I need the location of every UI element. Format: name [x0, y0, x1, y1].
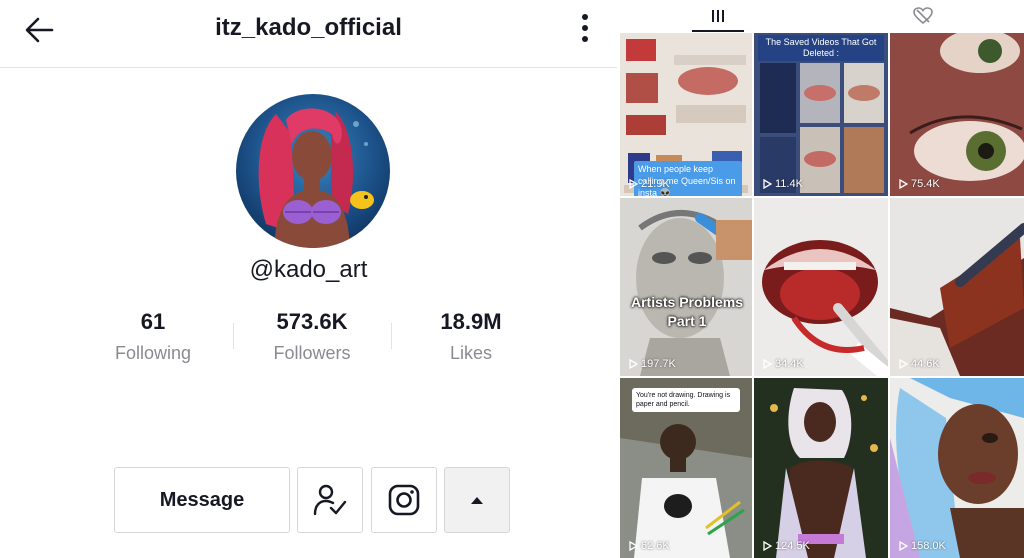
video-caption: The Saved Videos That Got Deleted : — [758, 35, 884, 61]
view-count-text: 124.5K — [775, 540, 810, 552]
view-count: 11.4K — [762, 178, 803, 190]
vertical-dots-icon — [582, 14, 588, 42]
instagram-button[interactable] — [371, 467, 437, 533]
followers-label: Followers — [273, 343, 351, 363]
video-thumbnail[interactable]: 124.5K — [754, 378, 888, 558]
tab-videos[interactable] — [658, 0, 778, 32]
view-count-text: 44.6K — [911, 358, 940, 370]
view-count-text: 34.4K — [775, 358, 804, 370]
video-caption: Artists Problems Part 1 — [630, 294, 744, 329]
caret-up-icon — [471, 497, 483, 504]
video-thumbnail[interactable]: Artists Problems Part 1 197.7K — [620, 198, 752, 376]
view-count-text: 158.0K — [911, 540, 946, 552]
more-options-button[interactable] — [574, 12, 596, 48]
video-caption: You're not drawing. Drawing is paper and… — [632, 388, 740, 412]
stat-followers[interactable]: 573.6K Followers — [232, 309, 392, 364]
video-thumbnail[interactable]: When people keep calling me Queen/Sis on… — [620, 33, 752, 196]
followers-count: 573.6K — [276, 309, 348, 334]
play-icon — [763, 179, 772, 189]
avatar[interactable] — [236, 94, 390, 248]
play-icon — [899, 541, 908, 551]
video-thumbnail[interactable]: 158.0K — [890, 378, 1024, 558]
view-count: 124.5K — [762, 540, 810, 552]
video-grid-panel: When people keep calling me Queen/Sis on… — [617, 0, 1024, 558]
profile-tabs — [617, 0, 1024, 32]
video-thumbnail[interactable]: The Saved Videos That Got Deleted : 11.4… — [754, 33, 888, 196]
view-count: 21.9K — [628, 178, 670, 190]
top-bar: itz_kado_official — [0, 0, 617, 68]
video-thumbnail[interactable]: 34.4K — [754, 198, 888, 376]
expand-suggestions-button[interactable] — [444, 467, 510, 533]
profile-handle: @kado_art — [249, 256, 368, 283]
view-count-text: 62.6K — [641, 540, 670, 552]
profile-panel: itz_kado_official @kado_art 61 Following… — [0, 0, 617, 558]
following-label: Following — [114, 343, 192, 363]
page-title: itz_kado_official — [215, 14, 402, 41]
view-count: 158.0K — [898, 540, 946, 552]
view-count-text: 75.4K — [911, 178, 940, 190]
view-count: 197.7K — [628, 358, 676, 370]
stat-likes: 18.9M Likes — [391, 309, 551, 364]
hidden-heart-icon — [913, 7, 933, 25]
video-thumbnail[interactable]: 44.6K — [890, 198, 1024, 376]
view-count: 75.4K — [898, 178, 940, 190]
view-count: 34.4K — [762, 358, 804, 370]
active-tab-indicator — [692, 30, 744, 32]
play-icon — [899, 359, 908, 369]
play-icon — [629, 179, 638, 189]
view-count: 44.6K — [898, 358, 940, 370]
grid-bars-icon — [712, 10, 724, 22]
view-count-text: 197.7K — [641, 358, 676, 370]
play-icon — [763, 541, 772, 551]
stat-following[interactable]: 61 Following — [73, 309, 233, 364]
play-icon — [629, 541, 638, 551]
play-icon — [629, 359, 638, 369]
following-status-button[interactable] — [297, 467, 363, 533]
message-button[interactable]: Message — [114, 467, 290, 533]
play-icon — [763, 359, 772, 369]
user-check-icon — [313, 484, 347, 516]
tab-liked[interactable] — [863, 0, 983, 32]
view-count: 62.6K — [628, 540, 670, 552]
video-thumbnail[interactable]: 75.4K — [890, 33, 1024, 196]
likes-label: Likes — [449, 343, 493, 363]
view-count-text: 21.9K — [641, 178, 670, 190]
following-count: 61 — [140, 309, 166, 334]
video-thumbnail[interactable]: You're not drawing. Drawing is paper and… — [620, 378, 752, 558]
instagram-icon — [388, 484, 420, 516]
likes-count: 18.9M — [440, 309, 502, 334]
play-icon — [899, 179, 908, 189]
view-count-text: 11.4K — [775, 178, 803, 190]
